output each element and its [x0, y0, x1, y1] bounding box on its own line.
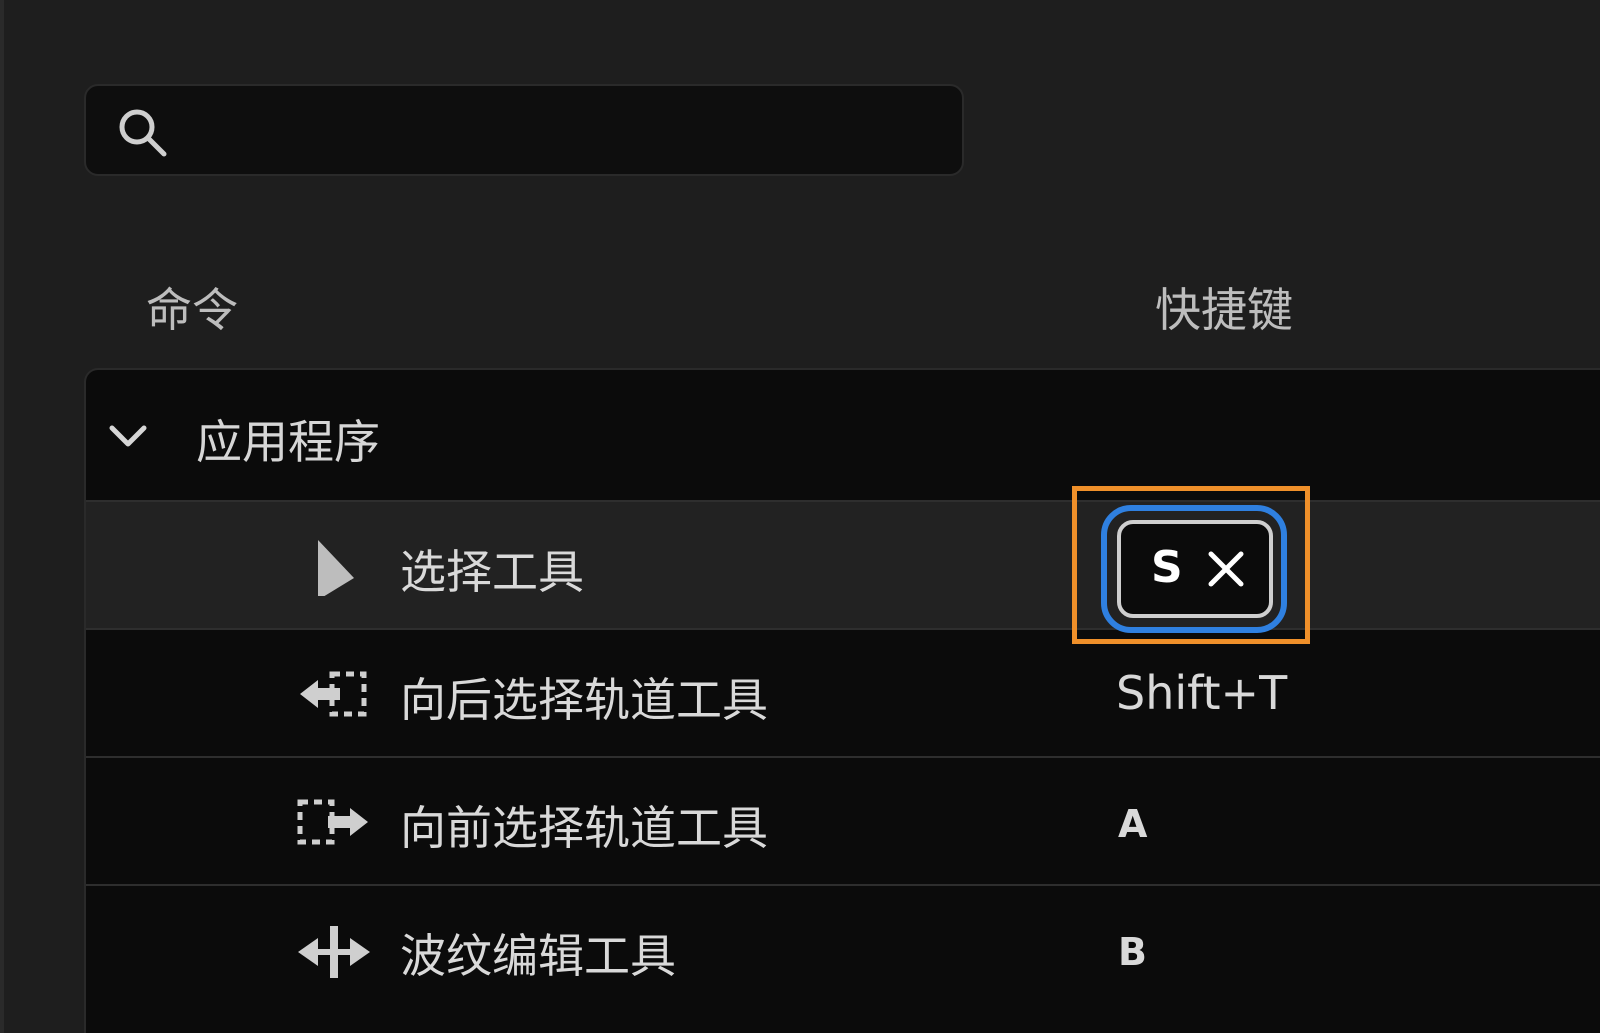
track-select-backward-icon [300, 671, 367, 717]
command-row-ripple-edit[interactable]: 波纹编辑工具 B [86, 884, 1600, 1012]
shortcut-chip-key: S [1151, 542, 1183, 593]
command-label: 波纹编辑工具 [400, 929, 676, 983]
command-row-track-select-forward[interactable]: 向前选择轨道工具 A [86, 756, 1600, 884]
command-label: 向后选择轨道工具 [400, 673, 768, 727]
search-input[interactable] [84, 84, 964, 176]
column-header-command[interactable]: 命令 [146, 274, 238, 340]
command-label: 选择工具 [400, 545, 584, 599]
ripple-edit-icon [298, 926, 370, 978]
chevron-down-icon[interactable] [106, 414, 150, 458]
column-header-shortcut[interactable]: 快捷键 [1155, 274, 1293, 340]
shortcut-value[interactable]: A [1118, 802, 1147, 846]
selection-arrow-icon [318, 540, 354, 596]
command-list: 应用程序 选择工具 向后选择轨道工具 Shift+T 向前选择轨道工具 A 波纹… [84, 368, 1600, 1033]
track-select-forward-icon [297, 799, 368, 845]
group-label: 应用程序 [196, 415, 380, 469]
search-icon [119, 109, 167, 157]
command-row-selection-tool[interactable]: 选择工具 [86, 500, 1600, 628]
group-row-application[interactable]: 应用程序 [86, 370, 1600, 500]
window-edge [0, 0, 4, 1033]
shortcut-value[interactable]: B [1118, 930, 1147, 974]
command-row-track-select-backward[interactable]: 向后选择轨道工具 Shift+T [86, 628, 1600, 756]
shortcut-chip[interactable]: S [1117, 520, 1273, 618]
close-icon[interactable] [1205, 548, 1247, 590]
shortcut-value[interactable]: Shift+T [1116, 666, 1287, 720]
command-label: 向前选择轨道工具 [400, 801, 768, 855]
